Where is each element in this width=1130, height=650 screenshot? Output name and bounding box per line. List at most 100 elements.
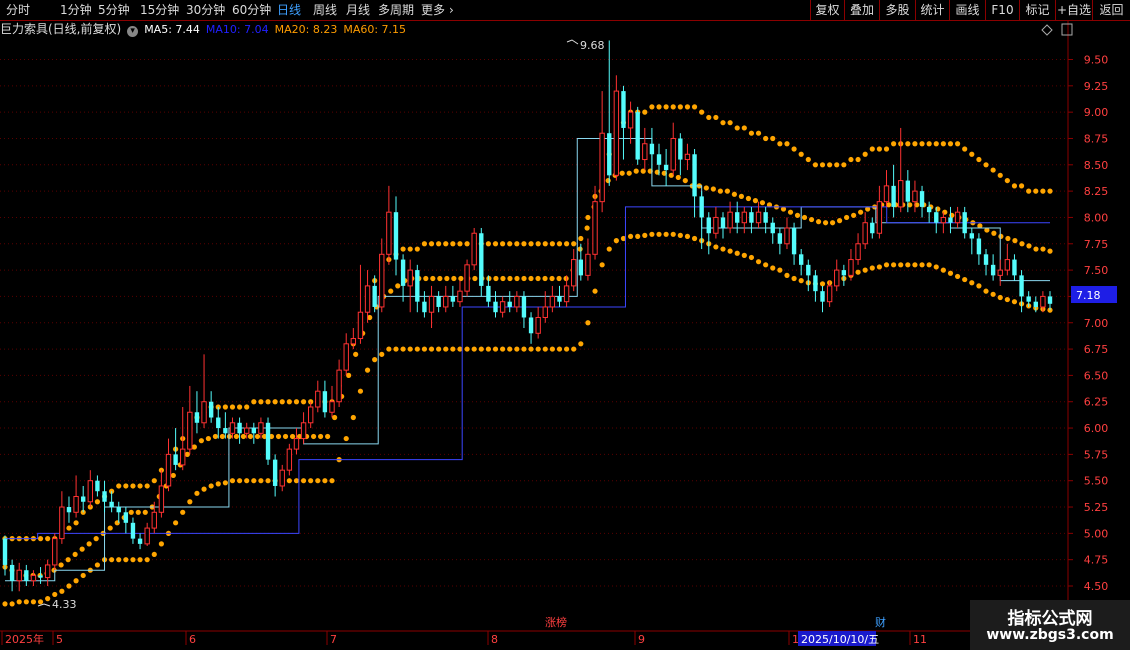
candle-body [727,211,733,229]
band-upper-dot [962,146,968,152]
toolbar-button-8[interactable]: 返回 [1092,0,1130,20]
toolbar-button-2[interactable]: 多股 [879,0,915,20]
period-tab-7[interactable]: 周线 [313,2,337,18]
kline-chart[interactable]: 4.50 4.75 5.00 5.25 5.50 5.75 6.00 6.25 6.50 6.75… [0,0,1130,650]
candle-body [1033,301,1038,307]
band-middle-dot [423,275,429,282]
toolbar-button-4[interactable]: 画线 [949,0,985,20]
band-upper-dot [222,404,228,410]
band-lower-dot [94,562,101,568]
candle [137,533,143,550]
y-tick-label: 7.75 [1084,238,1109,251]
candle [102,480,107,513]
band-lower-dot [869,265,875,271]
band-upper-dot [869,146,875,152]
period-tab-6[interactable]: 日线 [277,2,301,18]
band-upper-dot [834,162,840,168]
band-middle-dot [858,209,864,215]
band-middle-dot [135,509,141,515]
candle [443,285,449,313]
period-tab-9[interactable]: 多周期 [378,2,414,18]
band-middle-dot [1012,238,1018,244]
candle [286,443,293,476]
toolbar-button-5[interactable]: F10 [985,0,1019,20]
band-middle-dot [815,219,822,225]
band-lower-dot [642,232,648,238]
band-upper-dot [983,162,989,168]
band-lower-dot [386,346,392,352]
band-upper-dot [691,104,698,110]
band-lower-dot [265,478,271,484]
band-lower-dot [521,346,527,352]
candle-body [521,296,527,318]
dropdown-icon[interactable]: ▾ [127,26,139,37]
band-lower-dot [485,346,492,352]
band-lower-dot [798,278,804,284]
candle [898,127,904,213]
candle-body [990,264,996,276]
candle-body [670,137,676,171]
candle-body [962,212,967,234]
period-tab-3[interactable]: 15分钟 [140,2,179,18]
band-middle-dot [991,230,997,236]
toolbar-button-6[interactable]: 标记 [1019,0,1055,20]
more-chevron-icon[interactable]: › [449,2,454,18]
band-middle-dot [107,525,113,531]
candle-body [30,574,37,582]
event-cai[interactable]: 财 [875,615,886,629]
period-tab-0[interactable]: 分时 [6,2,30,18]
band-middle-dot [731,191,737,197]
band-lower-dot [969,280,975,286]
candle-body [1004,259,1011,271]
period-tab-1[interactable]: 1分钟 [60,2,92,18]
period-tab-2[interactable]: 5分钟 [98,2,130,18]
candle [549,285,556,313]
toolbar-button-3[interactable]: 统计 [915,0,949,20]
band-lower-dot [2,601,8,607]
candle [557,285,562,307]
band-upper-dot [1033,188,1039,194]
candle [364,270,371,323]
band-upper-dot [1018,183,1025,189]
period-tab-4[interactable]: 30分钟 [186,2,225,18]
candle [386,185,392,265]
period-tab-8[interactable]: 月线 [346,2,370,18]
band-lower-dot [976,283,982,289]
band-lower-dot [187,499,193,505]
band-upper-dot [720,120,726,126]
toolbar-button-1[interactable]: 叠加 [844,0,879,20]
candle-body [969,233,974,239]
band-upper-dot [969,151,975,157]
period-tab-10[interactable]: 更多 [421,2,445,18]
band-upper-dot [1040,188,1046,194]
band-lower-dot [350,414,356,421]
band-middle-dot [829,220,836,226]
candle [806,259,811,292]
band-middle-dot [738,193,745,199]
band-middle-dot [430,275,436,282]
band-lower-dot [421,346,428,352]
candle [272,454,278,497]
band-middle-dot [254,433,261,440]
candle [528,312,534,344]
band-upper-dot [883,146,890,152]
band-middle-dot [79,546,85,552]
band-lower-dot [436,346,442,352]
band-middle-dot [451,275,457,282]
toolbar-button-0[interactable]: 复权 [810,0,844,20]
candle-body [876,201,883,234]
band-upper-dot [1011,183,1018,189]
band-upper-dot [279,399,285,405]
panel-toggle-icon[interactable] [1061,23,1073,36]
toolbar-button-7[interactable]: +自选 [1055,0,1092,20]
candle [479,227,484,297]
watermark-title: 指标公式网 [1007,609,1093,629]
event-zhangbang[interactable]: 涨榜 [545,615,567,629]
period-tab-5[interactable]: 60分钟 [232,2,271,18]
diamond-icon[interactable] [1041,24,1053,36]
candle-body [926,206,932,213]
band-upper-dot [755,130,762,136]
candle-body [73,495,79,513]
band-upper-dot [421,241,428,247]
y-tick-label: 4.50 [1084,580,1109,593]
